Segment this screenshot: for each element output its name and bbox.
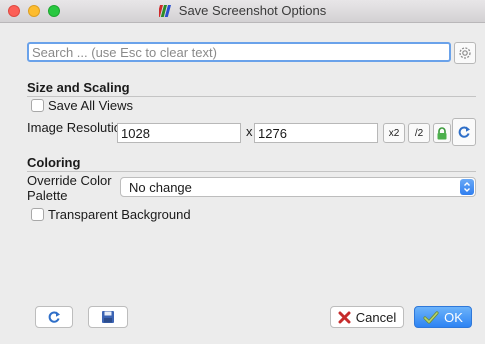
lock-aspect-button[interactable] [433, 123, 451, 143]
restore-defaults-button[interactable] [35, 306, 73, 328]
advanced-settings-button[interactable] [454, 42, 476, 64]
coloring-divider [27, 171, 476, 172]
resolution-height-input[interactable]: 1276 [254, 123, 378, 143]
resolution-width-input[interactable]: 1028 [117, 123, 241, 143]
transparent-background-label: Transparent Background [48, 207, 191, 222]
lock-icon [437, 126, 447, 139]
window-title: Save Screenshot Options [178, 3, 327, 18]
title-bar: Save Screenshot Options [0, 0, 485, 23]
save-screenshot-options-dialog: Save Screenshot Options Size and Scaling… [0, 0, 485, 344]
save-all-views-checkbox[interactable] [31, 99, 44, 112]
color-palette-value: No change [129, 180, 192, 195]
override-color-label-line1: Override Color [27, 173, 112, 188]
ok-label: OK [444, 309, 463, 325]
window-title-area: Save Screenshot Options [0, 3, 485, 18]
resolution-separator: x [246, 124, 253, 139]
chevron-updown-icon [460, 179, 474, 195]
scale-x2-button[interactable]: x2 [383, 123, 405, 143]
image-resolution-label: Image Resolution [27, 120, 129, 135]
cancel-x-icon [338, 311, 351, 323]
save-settings-button[interactable] [88, 306, 128, 328]
cancel-button[interactable]: Cancel [330, 306, 404, 328]
ok-check-icon [423, 310, 439, 324]
reset-icon [48, 311, 60, 323]
save-all-views-label: Save All Views [48, 98, 134, 113]
reset-icon [458, 126, 470, 138]
size-scaling-heading: Size and Scaling [27, 80, 130, 95]
gear-icon [459, 47, 471, 59]
paraview-app-icon [158, 5, 171, 17]
override-color-label-line2: Palette [27, 188, 68, 203]
reset-resolution-button[interactable] [452, 118, 476, 146]
ok-button[interactable]: OK [414, 306, 472, 328]
coloring-heading: Coloring [27, 155, 81, 170]
size-scaling-divider [27, 96, 476, 97]
search-input[interactable] [27, 42, 451, 62]
save-icon [102, 311, 114, 323]
cancel-label: Cancel [355, 309, 397, 325]
scale-div2-button[interactable]: /2 [408, 123, 430, 143]
transparent-background-checkbox[interactable] [31, 208, 44, 221]
color-palette-select[interactable]: No change [120, 177, 476, 197]
